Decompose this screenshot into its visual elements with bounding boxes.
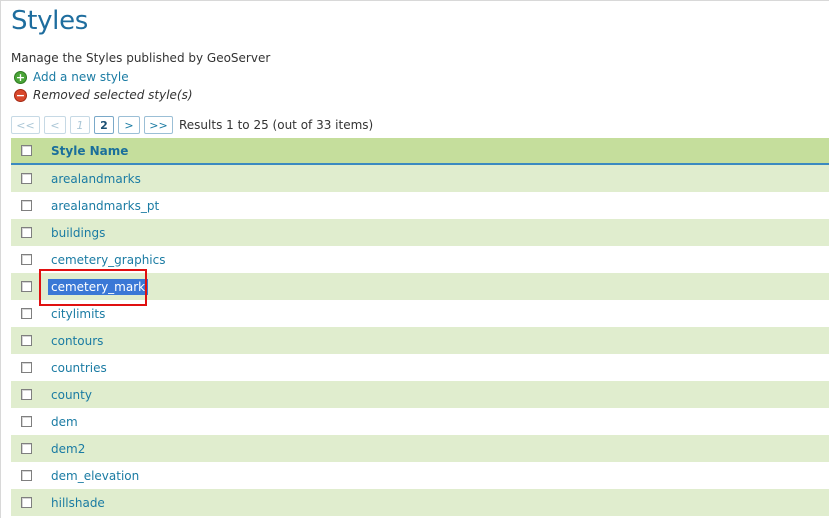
row-checkbox[interactable] bbox=[21, 443, 32, 454]
style-link[interactable]: dem_elevation bbox=[51, 469, 139, 483]
style-link-selected[interactable]: cemetery_mark bbox=[48, 278, 149, 295]
style-link[interactable]: dem bbox=[51, 415, 78, 429]
table-row: contours bbox=[11, 327, 829, 354]
table-header: Style Name bbox=[11, 138, 829, 165]
page-2-button[interactable]: 2 bbox=[94, 116, 114, 134]
row-checkbox[interactable] bbox=[21, 200, 32, 211]
table-row: cemetery_mark bbox=[11, 273, 829, 300]
row-checkbox[interactable] bbox=[21, 416, 32, 427]
page-1-button: 1 bbox=[70, 116, 90, 134]
row-checkbox[interactable] bbox=[21, 173, 32, 184]
add-style-action[interactable]: + Add a new style bbox=[14, 70, 129, 84]
style-link[interactable]: dem2 bbox=[51, 442, 85, 456]
plus-circle-icon: + bbox=[14, 70, 27, 84]
table-row: arealandmarks_pt bbox=[11, 192, 829, 219]
style-link[interactable]: county bbox=[51, 388, 92, 402]
row-checkbox[interactable] bbox=[21, 335, 32, 346]
row-checkbox[interactable] bbox=[21, 470, 32, 481]
remove-styles-label: Removed selected style(s) bbox=[33, 88, 193, 102]
first-page-button: << bbox=[11, 116, 40, 134]
table-row: dem bbox=[11, 408, 829, 435]
style-link[interactable]: contours bbox=[51, 334, 103, 348]
table-row: arealandmarks bbox=[11, 165, 829, 192]
page-title: Styles bbox=[11, 6, 89, 36]
table-row: dem_elevation bbox=[11, 462, 829, 489]
style-link[interactable]: arealandmarks bbox=[51, 172, 141, 186]
row-checkbox[interactable] bbox=[21, 362, 32, 373]
next-page-button[interactable]: > bbox=[118, 116, 140, 134]
style-link[interactable]: citylimits bbox=[51, 307, 105, 321]
style-link[interactable]: arealandmarks_pt bbox=[51, 199, 159, 213]
row-checkbox[interactable] bbox=[21, 389, 32, 400]
table-row: dem2 bbox=[11, 435, 829, 462]
select-all-checkbox[interactable] bbox=[21, 145, 32, 156]
table-row: citylimits bbox=[11, 300, 829, 327]
table-row: county bbox=[11, 381, 829, 408]
style-link[interactable]: hillshade bbox=[51, 496, 105, 510]
style-link[interactable]: buildings bbox=[51, 226, 105, 240]
pagination: << < 1 2 > >> Results 1 to 25 (out of 33… bbox=[11, 116, 373, 134]
row-checkbox[interactable] bbox=[21, 497, 32, 508]
page-description: Manage the Styles published by GeoServer bbox=[11, 51, 271, 65]
minus-circle-icon: − bbox=[14, 88, 27, 102]
results-count: Results 1 to 25 (out of 33 items) bbox=[179, 118, 374, 132]
styles-table: Style Name arealandmarks arealandmarks_p… bbox=[11, 138, 829, 516]
style-link[interactable]: cemetery_graphics bbox=[51, 253, 166, 267]
add-style-link[interactable]: Add a new style bbox=[33, 70, 129, 84]
row-checkbox[interactable] bbox=[21, 227, 32, 238]
style-name-column-header[interactable]: Style Name bbox=[51, 144, 128, 158]
row-checkbox[interactable] bbox=[21, 254, 32, 265]
row-checkbox[interactable] bbox=[21, 281, 32, 292]
prev-page-button: < bbox=[44, 116, 66, 134]
remove-styles-action: − Removed selected style(s) bbox=[14, 88, 193, 102]
row-checkbox[interactable] bbox=[21, 308, 32, 319]
table-row: cemetery_graphics bbox=[11, 246, 829, 273]
table-row: hillshade bbox=[11, 489, 829, 516]
style-link[interactable]: countries bbox=[51, 361, 107, 375]
last-page-button[interactable]: >> bbox=[144, 116, 173, 134]
table-row: buildings bbox=[11, 219, 829, 246]
table-row: countries bbox=[11, 354, 829, 381]
